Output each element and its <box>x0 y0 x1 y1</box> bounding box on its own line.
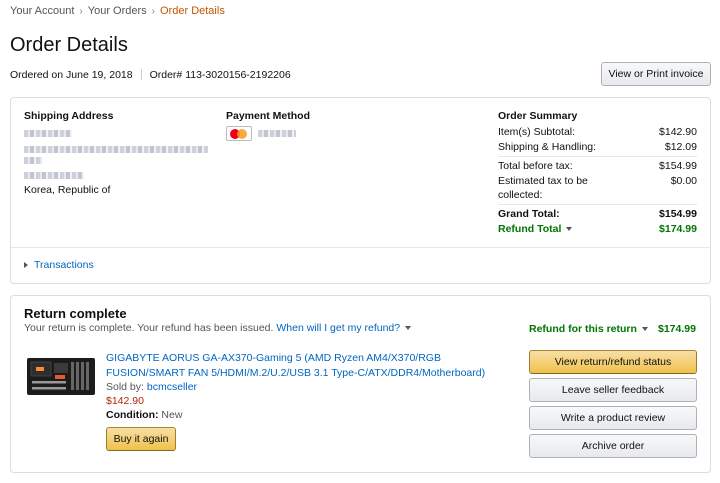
leave-seller-feedback-button[interactable]: Leave seller feedback <box>529 378 697 402</box>
order-number: Order# 113-3020156-2192206 <box>149 69 291 81</box>
grand-total-value: $154.99 <box>659 208 697 220</box>
transactions-toggle[interactable]: Transactions <box>24 259 94 271</box>
condition-value: New <box>161 409 183 421</box>
refund-for-return-toggle[interactable]: Refund for this return <box>529 323 648 335</box>
refund-timing-link[interactable]: When will I get my refund? <box>276 322 412 334</box>
grand-total-label: Grand Total: <box>498 208 560 220</box>
breadcrumb-your-account[interactable]: Your Account <box>10 5 74 17</box>
product-image[interactable] <box>26 355 96 397</box>
caret-down-icon <box>641 327 648 331</box>
redacted-city <box>24 172 84 179</box>
refund-for-return-value: $174.99 <box>658 323 696 335</box>
breadcrumb-separator: › <box>151 6 156 17</box>
sold-by-label: Sold by: <box>106 381 144 393</box>
refund-total-value: $174.99 <box>659 223 697 235</box>
archive-order-button[interactable]: Archive order <box>529 434 697 458</box>
condition-label: Condition: <box>106 409 159 421</box>
summary-value: $154.99 <box>659 160 697 172</box>
meta-divider <box>140 69 142 80</box>
summary-divider <box>498 204 697 205</box>
caret-down-icon <box>405 326 412 330</box>
refund-timing-label: When will I get my refund? <box>276 322 401 334</box>
payment-method-heading: Payment Method <box>226 110 311 122</box>
breadcrumb: Your Account › Your Orders › Order Details <box>10 5 225 17</box>
summary-label: Estimated tax to be <box>498 175 588 187</box>
buy-it-again-button[interactable]: Buy it again <box>106 427 176 451</box>
breadcrumb-your-orders[interactable]: Your Orders <box>88 5 147 17</box>
summary-label: Total before tax: <box>498 160 573 172</box>
product-title-link[interactable]: GIGABYTE AORUS GA-AX370-Gaming 5 (AMD Ry… <box>106 351 496 381</box>
shipping-address-heading: Shipping Address <box>24 110 114 122</box>
refund-total-toggle[interactable]: Refund Total <box>498 223 573 235</box>
view-invoice-button[interactable]: View or Print invoice <box>601 62 711 86</box>
view-return-status-button[interactable]: View return/refund status <box>529 350 697 374</box>
breadcrumb-current: Order Details <box>160 5 225 17</box>
return-message: Your return is complete. Your refund has… <box>24 322 274 334</box>
summary-divider <box>498 156 697 157</box>
box-divider <box>11 247 710 248</box>
summary-value: $0.00 <box>670 175 697 187</box>
condition-line: Condition: New <box>106 409 182 421</box>
caret-right-icon <box>24 262 28 268</box>
sold-by-line: Sold by: bcmcseller <box>106 381 197 393</box>
summary-value: $142.90 <box>659 126 697 138</box>
order-info-box <box>10 97 711 284</box>
summary-label: Shipping & Handling: <box>498 141 597 153</box>
return-heading: Return complete <box>24 306 127 321</box>
seller-link[interactable]: bcmcseller <box>147 381 197 393</box>
summary-label: collected: <box>498 189 543 201</box>
mastercard-icon <box>226 126 252 141</box>
order-meta: Ordered on June 19, 2018 Order# 113-30201… <box>10 69 291 81</box>
page-title: Order Details <box>10 34 128 56</box>
redacted-name <box>24 130 72 137</box>
write-review-button[interactable]: Write a product review <box>529 406 697 430</box>
return-message-line: Your return is complete. Your refund has… <box>24 322 412 334</box>
redacted-card-number <box>258 130 296 137</box>
caret-down-icon <box>566 227 573 231</box>
item-price: $142.90 <box>106 395 144 407</box>
order-summary-heading: Order Summary <box>498 110 578 122</box>
transactions-label: Transactions <box>34 259 94 271</box>
summary-label: Item(s) Subtotal: <box>498 126 576 138</box>
refund-for-return-label: Refund for this return <box>529 323 637 335</box>
refund-total-label: Refund Total <box>498 223 562 235</box>
redacted-address-line <box>24 157 42 164</box>
summary-value: $12.09 <box>664 141 697 153</box>
breadcrumb-separator: › <box>79 6 83 17</box>
ordered-date: Ordered on June 19, 2018 <box>10 69 133 81</box>
redacted-address-line <box>24 146 208 153</box>
shipping-country: Korea, Republic of <box>24 184 111 196</box>
